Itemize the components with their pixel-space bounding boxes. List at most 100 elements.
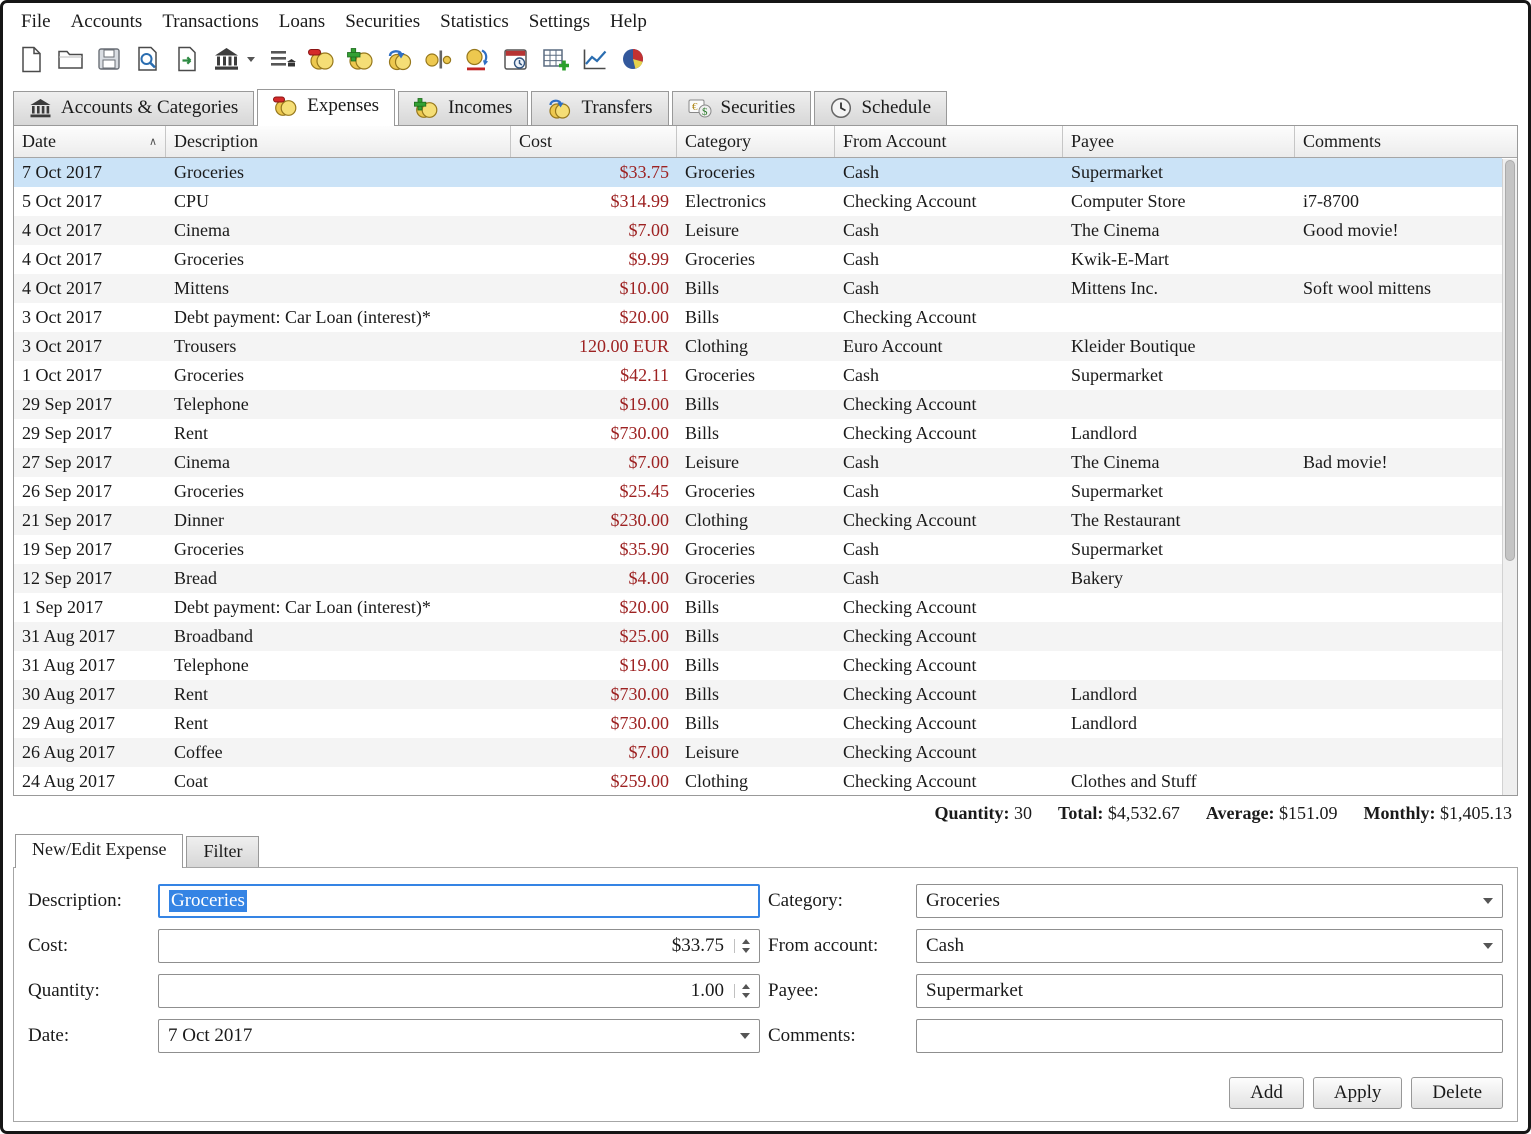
menu-transactions[interactable]: Transactions — [152, 9, 268, 35]
table-row[interactable]: 21 Sep 2017 Dinner $230.00 Clothing Chec… — [14, 506, 1502, 535]
table-row[interactable]: 24 Aug 2017 Coat $259.00 Clothing Checki… — [14, 767, 1502, 796]
editor-buttons: Add Apply Delete — [28, 1077, 1503, 1109]
column-header-comments[interactable]: Comments — [1295, 126, 1517, 157]
table-row[interactable]: 3 Oct 2017 Trousers 120.00 EUR Clothing … — [14, 332, 1502, 361]
menu-file[interactable]: File — [11, 9, 61, 35]
from-account-select[interactable]: Cash — [916, 929, 1503, 963]
securities-icon: €$ — [688, 98, 712, 118]
delete-button[interactable]: Delete — [1411, 1077, 1503, 1109]
column-header-cost[interactable]: Cost — [511, 126, 677, 157]
table-row[interactable]: 30 Aug 2017 Rent $730.00 Bills Checking … — [14, 680, 1502, 709]
category-label: Category: — [768, 890, 908, 912]
table-row[interactable]: 1 Oct 2017 Groceries $42.11 Groceries Ca… — [14, 361, 1502, 390]
tab-expenses[interactable]: Expenses — [257, 89, 395, 126]
tab-filter[interactable]: Filter — [186, 836, 259, 867]
menu-statistics[interactable]: Statistics — [430, 9, 519, 35]
svg-text:€: € — [692, 101, 698, 113]
column-header-payee[interactable]: Payee — [1063, 126, 1295, 157]
table-row[interactable]: 5 Oct 2017 CPU $314.99 Electronics Check… — [14, 187, 1502, 216]
accounts-dropdown-icon[interactable] — [247, 57, 255, 62]
tab-securities[interactable]: €$ Securities — [672, 91, 812, 125]
quantity-input[interactable]: 1.00 — [158, 974, 760, 1008]
expenses-table: Date ∧ Description Cost Category From Ac… — [13, 125, 1518, 796]
category-select[interactable]: Groceries — [916, 884, 1503, 918]
save-icon[interactable] — [93, 43, 125, 75]
menu-settings[interactable]: Settings — [519, 9, 600, 35]
apply-button[interactable]: Apply — [1313, 1077, 1403, 1109]
clock-icon — [830, 97, 852, 119]
chevron-down-icon — [740, 1033, 750, 1039]
new-file-icon[interactable] — [15, 43, 47, 75]
scrollbar-thumb[interactable] — [1505, 160, 1515, 561]
table-row[interactable]: 4 Oct 2017 Groceries $9.99 Groceries Cas… — [14, 245, 1502, 274]
menu-loans[interactable]: Loans — [269, 9, 335, 35]
payee-label: Payee: — [768, 980, 908, 1002]
tab-new-edit-expense[interactable]: New/Edit Expense — [15, 834, 183, 868]
bank-accounts-icon[interactable] — [210, 43, 242, 75]
add-button[interactable]: Add — [1229, 1077, 1304, 1109]
table-row[interactable]: 4 Oct 2017 Mittens $10.00 Bills Cash Mit… — [14, 274, 1502, 303]
table-row[interactable]: 29 Sep 2017 Rent $730.00 Bills Checking … — [14, 419, 1502, 448]
table-row[interactable]: 27 Sep 2017 Cinema $7.00 Leisure Cash Th… — [14, 448, 1502, 477]
bank-icon — [29, 98, 52, 119]
editor-tabs: New/Edit Expense Filter — [3, 830, 1528, 867]
import-export-icon[interactable] — [171, 43, 203, 75]
table-row[interactable]: 26 Aug 2017 Coffee $7.00 Leisure Checkin… — [14, 738, 1502, 767]
summary-average: Average: $151.09 — [1206, 803, 1338, 824]
print-preview-icon[interactable] — [132, 43, 164, 75]
table-row[interactable]: 19 Sep 2017 Groceries $35.90 Groceries C… — [14, 535, 1502, 564]
payee-input[interactable] — [916, 974, 1503, 1008]
column-header-description[interactable]: Description — [166, 126, 511, 157]
column-header-from-account[interactable]: From Account — [835, 126, 1063, 157]
table-row[interactable]: 29 Aug 2017 Rent $730.00 Bills Checking … — [14, 709, 1502, 738]
menu-accounts[interactable]: Accounts — [61, 9, 153, 35]
menu-help[interactable]: Help — [600, 9, 657, 35]
tab-schedule[interactable]: Schedule — [814, 91, 947, 125]
description-input[interactable]: Groceries — [158, 884, 760, 918]
summary-quantity: Quantity: 30 — [935, 803, 1033, 824]
pie-chart-icon[interactable] — [617, 43, 649, 75]
table-row[interactable]: 1 Sep 2017 Debt payment: Car Loan (inter… — [14, 593, 1502, 622]
open-folder-icon[interactable] — [54, 43, 86, 75]
menu-securities[interactable]: Securities — [335, 9, 430, 35]
table-body: 7 Oct 2017 Groceries $33.75 Groceries Ca… — [14, 158, 1502, 796]
date-select[interactable]: 7 Oct 2017 — [158, 1019, 760, 1053]
summary-monthly: Monthly: $1,405.13 — [1364, 803, 1513, 824]
tab-label: Accounts & Categories — [61, 97, 238, 119]
schedule-calendar-icon[interactable] — [500, 43, 532, 75]
tab-transfers[interactable]: Transfers — [531, 91, 668, 125]
spinner-arrows-icon[interactable] — [734, 939, 750, 953]
table-row[interactable]: 3 Oct 2017 Debt payment: Car Loan (inter… — [14, 303, 1502, 332]
chart-icon[interactable] — [578, 43, 610, 75]
new-table-icon[interactable] — [539, 43, 571, 75]
comments-input[interactable] — [916, 1019, 1503, 1053]
column-header-category[interactable]: Category — [677, 126, 835, 157]
sort-ascending-icon: ∧ — [143, 135, 157, 148]
toolbar — [3, 37, 1528, 83]
spinner-arrows-icon[interactable] — [734, 984, 750, 998]
expense-coins-icon — [273, 96, 298, 117]
expense-editor: Description: Groceries Category: Groceri… — [13, 867, 1518, 1122]
app-window: File Accounts Transactions Loans Securit… — [0, 0, 1531, 1134]
table-row[interactable]: 4 Oct 2017 Cinema $7.00 Leisure Cash The… — [14, 216, 1502, 245]
table-row[interactable]: 12 Sep 2017 Bread $4.00 Groceries Cash B… — [14, 564, 1502, 593]
table-row[interactable]: 29 Sep 2017 Telephone $19.00 Bills Check… — [14, 390, 1502, 419]
categories-list-icon[interactable] — [266, 43, 298, 75]
currency-conversion-icon[interactable] — [461, 43, 493, 75]
new-expense-icon[interactable] — [305, 43, 337, 75]
table-row[interactable]: 26 Sep 2017 Groceries $25.45 Groceries C… — [14, 477, 1502, 506]
table-row[interactable]: 7 Oct 2017 Groceries $33.75 Groceries Ca… — [14, 158, 1502, 187]
chevron-down-icon — [1483, 898, 1493, 904]
table-row[interactable]: 31 Aug 2017 Telephone $19.00 Bills Check… — [14, 651, 1502, 680]
cost-label: Cost: — [28, 935, 150, 957]
table-row[interactable]: 31 Aug 2017 Broadband $25.00 Bills Check… — [14, 622, 1502, 651]
new-transfer-icon[interactable] — [383, 43, 415, 75]
tab-accounts-categories[interactable]: Accounts & Categories — [13, 91, 254, 125]
tab-incomes[interactable]: Incomes — [398, 91, 528, 125]
column-header-date[interactable]: Date ∧ — [14, 126, 166, 157]
new-income-icon[interactable] — [344, 43, 376, 75]
vertical-scrollbar[interactable] — [1502, 159, 1517, 795]
cost-input[interactable]: $33.75 — [158, 929, 760, 963]
quantity-label: Quantity: — [28, 980, 150, 1002]
split-transaction-icon[interactable] — [422, 43, 454, 75]
